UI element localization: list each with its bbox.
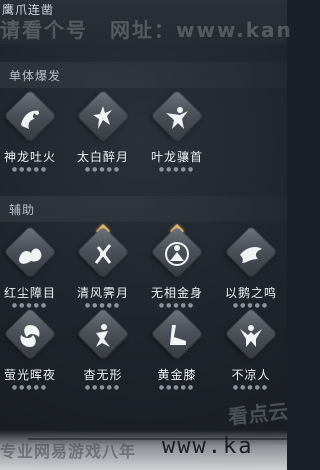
dust-blind-icon xyxy=(6,230,54,278)
skill-name: 不凉人 xyxy=(231,368,271,382)
skill-level-dots: ●●●●● xyxy=(11,166,49,173)
skill-slot[interactable]: 黄金膝 ●●●●● xyxy=(141,308,213,406)
skill-level-dots: ●●●●● xyxy=(84,384,122,391)
breeze-moon-icon xyxy=(79,230,127,278)
skill-level-dots: ●●●●● xyxy=(11,384,49,391)
section-header-burst: 单体爆发 xyxy=(0,62,287,88)
skill-slot[interactable]: 杳无形 ●●●●● xyxy=(67,308,139,406)
watermark-url: www.ka xyxy=(162,434,254,459)
skill-name: 以鹅之鸣 xyxy=(224,286,277,300)
section-label: 辅助 xyxy=(9,203,36,217)
skill-level-dots: ●●●●● xyxy=(158,166,196,173)
golden-body-icon xyxy=(153,230,201,278)
skill-name: 清风霁月 xyxy=(76,286,129,300)
skill-name: 黄金膝 xyxy=(157,368,197,382)
skill-level-dots: ●●●●● xyxy=(232,302,270,309)
firefly-night-icon xyxy=(6,312,54,360)
skill-name: 红尘障目 xyxy=(3,286,56,300)
not-cold-icon xyxy=(227,312,275,360)
dragon-fire-icon xyxy=(6,94,54,142)
skill-slot[interactable]: 萤光晖夜 ●●●●● xyxy=(0,308,66,406)
skill-name: 萤光晖夜 xyxy=(3,368,56,382)
watermark-top: 请看个号 网址：www.kan xyxy=(0,18,293,42)
skill-name: 神龙吐火 xyxy=(3,150,56,164)
skill-slot[interactable]: 叶龙骧首 ●●●●● xyxy=(141,90,213,188)
skill-level-dots: ●●●●● xyxy=(84,302,122,309)
skill-level-dots: ●●●●● xyxy=(11,302,49,309)
skill-slot[interactable]: 神龙吐火 ●●●●● xyxy=(0,90,66,188)
skill-level-dots: ●●●●● xyxy=(158,384,196,391)
skill-slot[interactable]: 不凉人 ●●●●● xyxy=(215,308,287,406)
golden-knee-icon xyxy=(153,312,201,360)
skill-slot[interactable]: 红尘障目 ●●●●● xyxy=(0,226,66,324)
skill-level-dots: ●●●●● xyxy=(232,384,270,391)
section-label: 单体爆发 xyxy=(9,69,62,83)
skill-level-dots: ●●●●● xyxy=(158,302,196,309)
drunk-moon-icon xyxy=(79,94,127,142)
watermark-bottom-text: 专业网易游戏八年 xyxy=(0,442,137,461)
top-banner: 鹰爪连凿 请看个号 网址：www.kan xyxy=(0,0,291,44)
goose-cry-icon xyxy=(227,230,275,278)
skill-slot[interactable]: 太白醉月 ●●●●● xyxy=(67,90,139,188)
dragon-head-icon xyxy=(153,94,201,142)
section-header-support: 辅助 xyxy=(0,196,287,222)
skill-name: 无相金身 xyxy=(150,286,203,300)
skill-level-dots: ●●●●● xyxy=(84,166,122,173)
skill-name: 杳无形 xyxy=(83,368,123,382)
skill-name: 叶龙骧首 xyxy=(150,150,203,164)
formless-icon xyxy=(79,312,127,360)
skill-name: 太白醉月 xyxy=(76,150,129,164)
